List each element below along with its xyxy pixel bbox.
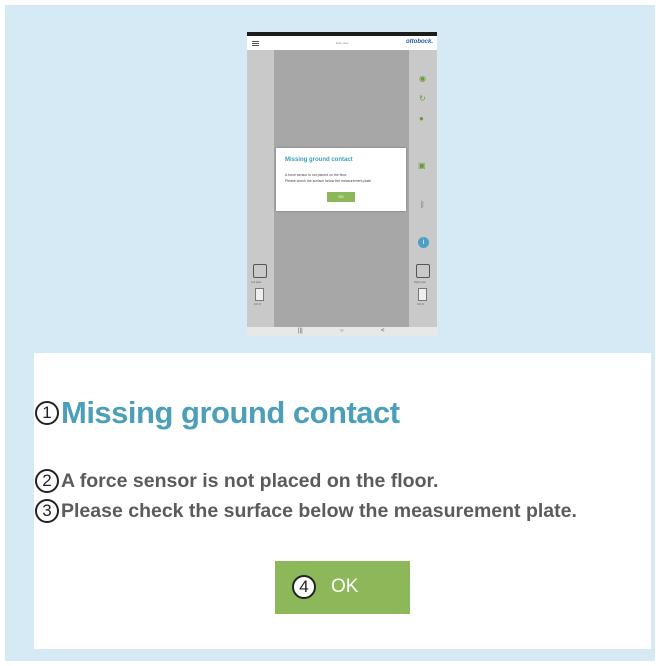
eye-icon[interactable]: ◉ xyxy=(419,74,426,84)
tablet-dialog-line1: A force sensor is not placed on the floo… xyxy=(285,173,348,177)
message-line-1-row: 2A force sensor is not placed on the flo… xyxy=(35,469,438,493)
plate-icon[interactable] xyxy=(416,264,430,278)
person-icon[interactable]: ● xyxy=(419,114,424,124)
camera-icon[interactable]: ▣ xyxy=(418,161,426,171)
marker-4: 4 xyxy=(292,575,316,599)
marker-2: 2 xyxy=(35,469,59,493)
left-panel: Left plate 100 % xyxy=(247,50,274,327)
eye-rotate-icon[interactable]: ↻ xyxy=(419,94,426,104)
recent-apps-icon[interactable]: ||| xyxy=(298,327,303,336)
ok-button[interactable]: 4 OK xyxy=(275,561,410,614)
info-icon[interactable]: i xyxy=(418,237,429,248)
back-icon[interactable]: < xyxy=(381,327,385,336)
message-line-2-row: 3 Please check the surface below the meas… xyxy=(35,499,577,523)
title-row: 1 Missing ground contact xyxy=(35,395,400,431)
marker-3: 3 xyxy=(35,499,59,523)
left-battery-value: 100 % xyxy=(254,303,262,306)
right-toolbar: ◉ ↻ ● ▣ ᛒ i Right plate 100 % xyxy=(409,50,437,327)
tablet-dialog-title: Missing ground contact xyxy=(285,157,353,163)
right-battery-value: 100 % xyxy=(417,303,425,306)
figure-background: Sole view ottobock. Left plate 100 % ◉ ↻… xyxy=(5,5,655,661)
marker-1: 1 xyxy=(35,401,59,425)
battery-icon xyxy=(255,288,264,301)
ok-label: OK xyxy=(331,576,359,597)
tablet-screenshot: Sole view ottobock. Left plate 100 % ◉ ↻… xyxy=(247,32,437,336)
tablet-dialog-line2: Please check the surface below the measu… xyxy=(285,179,372,183)
bluetooth-icon[interactable]: ᛒ xyxy=(420,200,425,210)
app-header: Sole view ottobock. xyxy=(247,36,437,50)
dialog-callout: 1 Missing ground contact 2A force sensor … xyxy=(34,353,651,649)
message-line-2: Please check the surface below the measu… xyxy=(61,499,577,522)
message-line-1: A force sensor is not placed on the floo… xyxy=(61,469,439,492)
android-nav-bar: ||| ○ < xyxy=(247,327,437,336)
right-plate-label: Right plate xyxy=(414,281,426,284)
left-plate-label: Left plate xyxy=(251,281,262,284)
tablet-ok-button[interactable]: OK xyxy=(327,192,355,202)
battery-icon xyxy=(418,288,427,301)
home-icon[interactable]: ○ xyxy=(340,327,344,336)
tablet-dialog: Missing ground contact A force sensor is… xyxy=(276,148,406,211)
plate-icon[interactable] xyxy=(253,264,267,278)
dialog-title: Missing ground contact xyxy=(61,395,400,430)
brand-logo: ottobock. xyxy=(406,39,433,45)
